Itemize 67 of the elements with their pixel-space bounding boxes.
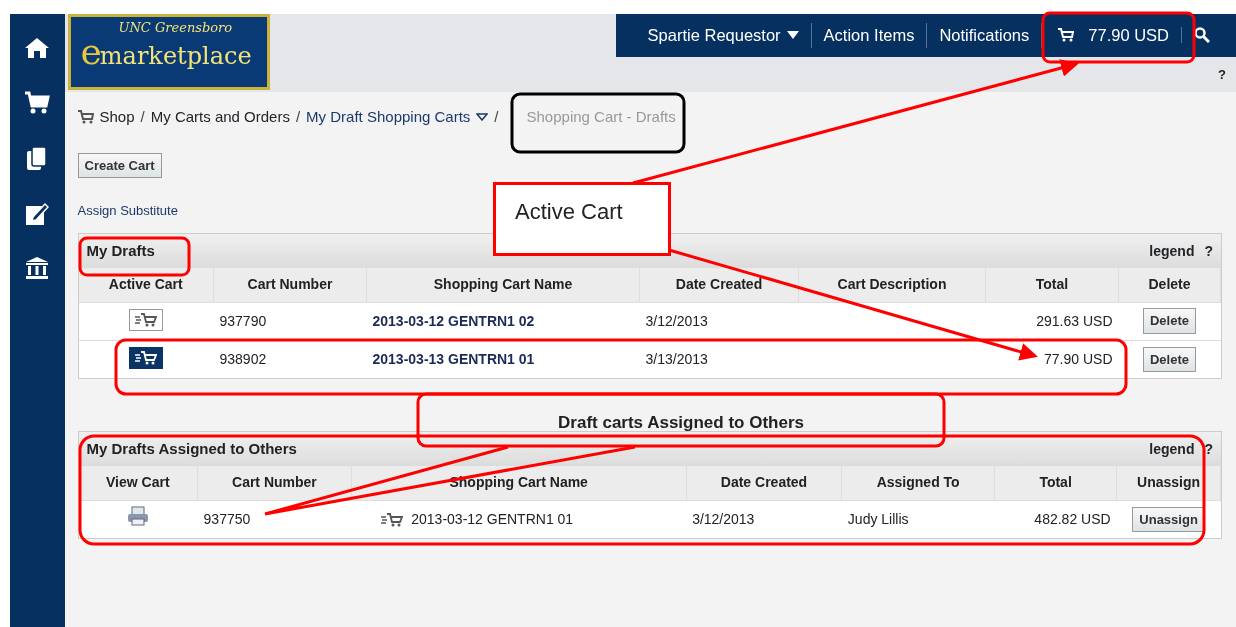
bank-icon[interactable] [25,256,50,280]
column-header: Date Created [686,466,842,500]
nav-link[interactable]: Action Items [810,22,927,48]
active-cart-toggle[interactable] [129,309,163,331]
cart-name-link[interactable]: 2013-03-13 GENTRN1 01 [372,350,535,367]
column-header: Cart Description [798,268,986,302]
column-header: Active Cart [78,268,214,302]
cart-total-link[interactable]: 77.90 USD [1041,22,1181,48]
table-cell: 937750 [197,500,352,538]
breadcrumb-link[interactable]: My Draft Shopping Carts [306,106,471,129]
caret-icon[interactable] [476,113,489,122]
column-header: Shopping Cart Name [366,268,640,302]
cart-icon [381,512,404,527]
breadcrumb-separator: / [295,107,301,127]
legend-link[interactable]: legend [1149,240,1195,262]
edit-icon[interactable] [25,202,50,226]
logo-wordmark: emarketplace [79,35,253,68]
table-cell: 938902 [213,340,367,378]
cart-name-link[interactable]: 2013-03-12 GENTRN1 02 [372,312,535,329]
column-header: Assigned To [841,466,995,500]
user-menu[interactable]: Spartie Requestor [635,22,811,48]
column-header: Date Created [639,268,799,302]
caret-icon [786,31,799,40]
column-header: Cart Number [197,466,352,500]
printer-icon[interactable] [127,506,150,527]
cart-icon[interactable] [24,90,51,116]
unassign-button[interactable]: Unassign [1132,506,1205,532]
help-link[interactable]: ? [1208,56,1236,92]
documents-icon[interactable] [26,146,49,172]
breadcrumb-separator: / [140,107,145,127]
table-cell: 937790 [213,302,367,340]
delete-button[interactable]: Delete [1143,308,1196,334]
nav-link[interactable]: Notifications [926,22,1042,48]
table-cell: 3/12/2013 [686,500,842,538]
table-cell: 3/12/2013 [639,302,799,340]
table-cell: 3/13/2013 [639,340,799,378]
table-cell: 291.63 USD [985,302,1119,340]
cart-icon [1058,28,1075,43]
table-cell: Judy Lillis [841,500,995,538]
home-icon[interactable] [24,36,51,60]
column-header: Cart Number [213,268,367,302]
table-cell: 77.90 USD [985,340,1119,378]
column-header: Total [985,268,1119,302]
help-link[interactable]: ? [1204,438,1213,460]
column-header: Shopping Cart Name [351,466,687,500]
active-cart-toggle[interactable] [129,347,163,370]
breadcrumb-separator: / [494,107,499,127]
callout-label: Draft carts Assigned to Others [557,412,805,434]
delete-button[interactable]: Delete [1143,346,1196,372]
breadcrumb-link[interactable]: My Carts and Orders [150,106,290,129]
table-cell: 2013-03-12 GENTRN1 01 [411,511,574,528]
legend-link[interactable]: legend [1149,438,1195,460]
help-link[interactable]: ? [1204,240,1213,262]
panel-title: My Drafts [86,240,155,261]
callout-label: Active Cart [493,182,671,256]
create-cart-button[interactable]: Create Cart [77,152,162,178]
cart-icon [77,110,94,125]
table-cell: 482.82 USD [994,500,1117,538]
breadcrumb-current: Shopping Cart - Drafts [526,107,676,127]
assign-substitute-link[interactable]: Assign Substitute [77,203,178,218]
logo[interactable]: UNC Greensboro emarketplace [67,14,270,90]
breadcrumb-link[interactable]: Shop [99,106,135,129]
logo-subtitle: UNC Greensboro [117,19,234,36]
panel-title: My Drafts Assigned to Others [86,438,297,459]
column-header: Total [994,466,1117,500]
column-header: Delete [1118,268,1221,302]
column-header: Unassign [1116,466,1221,500]
